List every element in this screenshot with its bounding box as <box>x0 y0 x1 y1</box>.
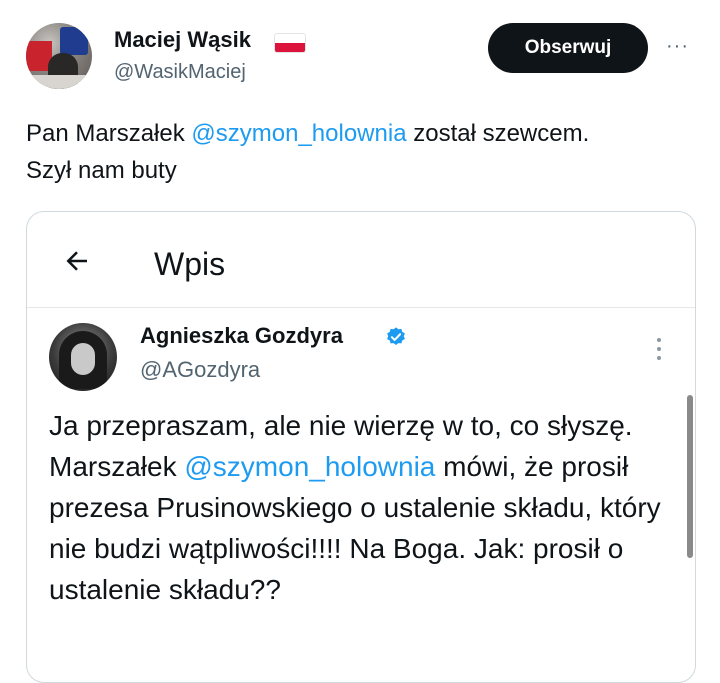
quoted-author-name[interactable]: Agnieszka Gozdyra <box>140 323 343 349</box>
quoted-post-card[interactable]: Wpis Agnieszka Gozdyra @AGozdyra Ja prze… <box>26 211 696 683</box>
scrollbar[interactable] <box>687 395 693 558</box>
quoted-author-handle[interactable]: @AGozdyra <box>140 357 260 383</box>
arrow-left-icon[interactable] <box>62 246 92 276</box>
post-text-part: został szewcem. <box>406 120 590 147</box>
more-vertical-icon[interactable] <box>655 336 663 362</box>
post-text: Pan Marszałek @szymon_holownia został sz… <box>26 115 706 189</box>
mention-link[interactable]: @szymon_holownia <box>191 120 406 147</box>
author-avatar[interactable] <box>26 23 92 89</box>
author-name[interactable]: Maciej Wąsik <box>114 27 251 53</box>
more-horizontal-icon[interactable]: ··· <box>666 36 689 56</box>
page-title: Wpis <box>154 246 226 282</box>
post-text-part: Pan Marszałek <box>26 120 192 147</box>
author-handle[interactable]: @WasikMaciej <box>114 60 246 84</box>
quoted-author-avatar[interactable] <box>49 323 117 391</box>
follow-button[interactable]: Obserwuj <box>488 23 648 73</box>
divider <box>27 307 695 308</box>
verified-badge-icon <box>387 327 405 345</box>
poland-flag-icon <box>274 33 306 53</box>
quoted-post-text: Ja przepraszam, ale nie wierzę w to, co … <box>49 405 669 610</box>
post-text-line: Szył nam buty <box>26 157 177 184</box>
mention-link[interactable]: @szymon_holownia <box>184 451 435 482</box>
